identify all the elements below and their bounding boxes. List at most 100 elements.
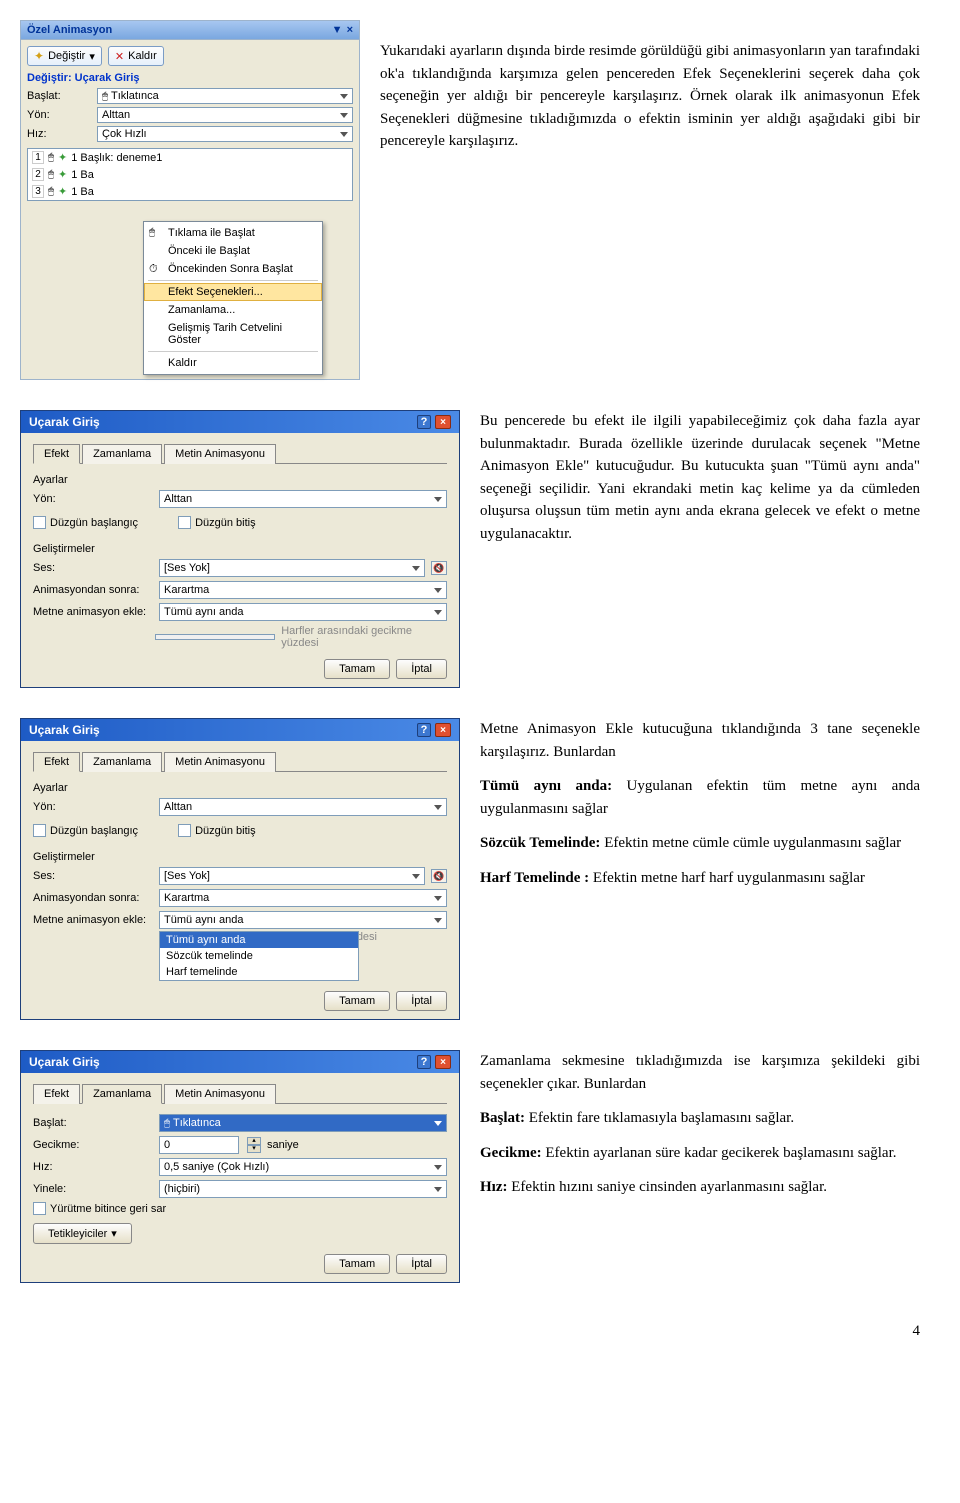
metin-ekle-options-open: Tümü aynı anda Sözcük temelinde Harf tem… — [159, 931, 359, 981]
speaker-icon[interactable]: 🔇 — [431, 561, 447, 575]
page-number: 4 — [0, 1313, 960, 1350]
hiz-select[interactable]: 0,5 saniye (Çok Hızlı) — [159, 1158, 447, 1176]
smooth-start-checkbox[interactable] — [33, 516, 46, 529]
tab-efekt[interactable]: Efekt — [33, 752, 80, 772]
yinele-select[interactable]: (hiçbiri) — [159, 1180, 447, 1198]
yon-value: Alttan — [164, 801, 192, 813]
speaker-icon[interactable]: 🔇 — [431, 869, 447, 883]
clock-icon: ⏱ — [149, 263, 158, 276]
metin-ekle-value: Tümü aynı anda — [164, 606, 244, 618]
gecikme-input[interactable]: 0 — [159, 1136, 239, 1154]
menu-start-on-click[interactable]: 🖱 Tıklama ile Başlat — [144, 224, 322, 242]
pin-icon[interactable]: ▼ — [332, 24, 343, 36]
smooth-start-checkbox[interactable] — [33, 824, 46, 837]
ses-select[interactable]: [Ses Yok] — [159, 559, 425, 577]
change-link[interactable]: Değiştir: Uçarak Giriş — [27, 72, 353, 84]
ok-button[interactable]: Tamam — [324, 659, 390, 679]
list-item[interactable]: 3 🖱 ✦ 1 Ba — [28, 183, 352, 200]
gelistirmeler-group: Geliştirmeler Ses: [Ses Yok] 🔇 Animasyon… — [33, 543, 447, 649]
ses-label: Ses: — [33, 870, 153, 882]
menu-label: Efekt Seçenekleri... — [168, 286, 263, 298]
yon-row: Yön: Alttan — [27, 107, 353, 123]
close-icon[interactable]: × — [435, 1055, 451, 1069]
metin-ekle-value: Tümü aynı anda — [164, 914, 244, 926]
text-span: Efektin hızını saniye cinsinden ayarlanm… — [508, 1179, 828, 1195]
checkbox-label: Düzgün başlangıç — [50, 825, 138, 837]
change-button[interactable]: ✦ Değiştir ▾ — [27, 46, 102, 66]
list-item[interactable]: 2 🖱 ✦ 1 Ba — [28, 166, 352, 183]
rewind-checkbox[interactable] — [33, 1202, 46, 1215]
cancel-button[interactable]: İptal — [396, 991, 447, 1011]
baslat-dropdown[interactable]: 🖱Tıklatınca — [97, 88, 353, 104]
ok-button[interactable]: Tamam — [324, 991, 390, 1011]
change-button-label: Değiştir — [48, 50, 85, 62]
triggers-button[interactable]: Tetikleyiciler ▾ — [33, 1223, 132, 1244]
tab-metin-animasyonu[interactable]: Metin Animasyonu — [164, 444, 276, 464]
group-title: Ayarlar — [33, 782, 447, 794]
context-menu: 🖱 Tıklama ile Başlat Önceki ile Başlat ⏱… — [143, 221, 323, 375]
triggers-label: Tetikleyiciler — [48, 1228, 107, 1240]
gecikme-spinner[interactable]: ▴▾ — [247, 1137, 261, 1153]
after-anim-select[interactable]: Karartma — [159, 581, 447, 599]
cancel-button[interactable]: İptal — [396, 659, 447, 679]
help-icon[interactable]: ? — [417, 1055, 431, 1069]
menu-label: Tıklama ile Başlat — [168, 227, 255, 239]
menu-start-after-previous[interactable]: ⏱ Öncekinden Sonra Başlat — [144, 260, 322, 278]
menu-effect-options[interactable]: Efekt Seçenekleri... — [144, 283, 322, 301]
panel-title-bar: Özel Animasyon ▼ × — [21, 21, 359, 40]
tab-zamanlama[interactable]: Zamanlama — [82, 444, 162, 464]
close-icon[interactable]: × — [347, 24, 353, 36]
dialog-tabs: Efekt Zamanlama Metin Animasyonu — [33, 1083, 447, 1104]
group-title: Ayarlar — [33, 474, 447, 486]
close-icon[interactable]: × — [435, 415, 451, 429]
yon-dropdown[interactable]: Alttan — [97, 107, 353, 123]
tab-zamanlama[interactable]: Zamanlama — [82, 1084, 162, 1104]
ses-label: Ses: — [33, 562, 153, 574]
text-span: Efektin metne harf harf uygulanmasını sa… — [589, 870, 865, 886]
menu-label: Zamanlama... — [168, 304, 235, 316]
list-item[interactable]: 1 🖱 ✦ 1 Başlık: deneme1 — [28, 149, 352, 166]
tab-efekt[interactable]: Efekt — [33, 1084, 80, 1104]
checkbox-label: Düzgün bitiş — [195, 517, 256, 529]
cancel-button[interactable]: İptal — [396, 1254, 447, 1274]
menu-remove[interactable]: Kaldır — [144, 354, 322, 372]
tab-zamanlama[interactable]: Zamanlama — [82, 752, 162, 772]
paragraph-4: Zamanlama sekmesine tıkladığımızda ise k… — [480, 1050, 920, 1211]
hiz-label: Hız: — [27, 128, 97, 140]
dialog-tabs: Efekt Zamanlama Metin Animasyonu — [33, 751, 447, 772]
yon-select[interactable]: Alttan — [159, 490, 447, 508]
metin-ekle-select[interactable]: Tümü aynı anda — [159, 603, 447, 621]
ok-button[interactable]: Tamam — [324, 1254, 390, 1274]
metin-ekle-select[interactable]: Tümü aynı anda — [159, 911, 447, 929]
text-span: Efektin fare tıklamasıyla başlamasını sa… — [525, 1110, 794, 1126]
smooth-end-checkbox[interactable] — [178, 824, 191, 837]
chevron-down-icon — [340, 132, 348, 137]
remove-button[interactable]: ✕ Kaldır — [108, 46, 164, 66]
saniye-label: saniye — [267, 1139, 299, 1151]
effect-icon: ✦ — [58, 151, 67, 164]
yon-select[interactable]: Alttan — [159, 798, 447, 816]
chevron-down-icon — [340, 94, 348, 99]
after-anim-select[interactable]: Karartma — [159, 889, 447, 907]
hiz-dropdown[interactable]: Çok Hızlı — [97, 126, 353, 142]
mouse-icon: 🖱 — [102, 91, 108, 102]
help-icon[interactable]: ? — [417, 415, 431, 429]
help-icon[interactable]: ? — [417, 723, 431, 737]
tab-metin-animasyonu[interactable]: Metin Animasyonu — [164, 1084, 276, 1104]
smooth-end-checkbox[interactable] — [178, 516, 191, 529]
animation-list: 1 🖱 ✦ 1 Başlık: deneme1 2 🖱 ✦ 1 Ba 3 🖱 — [27, 148, 353, 201]
option-all-at-once[interactable]: Tümü aynı anda — [160, 932, 358, 948]
yon-label: Yön: — [27, 109, 97, 121]
option-by-word[interactable]: Sözcük temelinde — [160, 948, 358, 964]
ses-select[interactable]: [Ses Yok] — [159, 867, 425, 885]
menu-timing[interactable]: Zamanlama... — [144, 301, 322, 319]
option-by-letter[interactable]: Harf temelinde — [160, 964, 358, 980]
baslat-select[interactable]: 🖱Tıklatınca — [159, 1114, 447, 1132]
tab-efekt[interactable]: Efekt — [33, 444, 80, 464]
close-icon[interactable]: × — [435, 723, 451, 737]
dialog-titlebar: Uçarak Giriş ? × — [21, 411, 459, 433]
menu-label: Önceki ile Başlat — [168, 245, 250, 257]
menu-start-with-previous[interactable]: Önceki ile Başlat — [144, 242, 322, 260]
tab-metin-animasyonu[interactable]: Metin Animasyonu — [164, 752, 276, 772]
menu-advanced-timeline[interactable]: Gelişmiş Tarih Cetvelini Göster — [144, 319, 322, 349]
